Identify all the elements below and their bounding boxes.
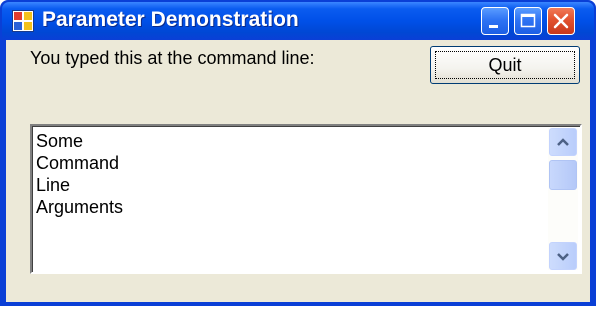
close-icon: [553, 13, 569, 29]
maximize-icon: [520, 13, 536, 28]
arguments-listbox[interactable]: Some Command Line Arguments: [30, 124, 582, 274]
list-item[interactable]: Some: [36, 130, 123, 152]
app-icon[interactable]: [12, 10, 34, 32]
list-item[interactable]: Command: [36, 152, 123, 174]
window-title: Parameter Demonstration: [42, 8, 299, 31]
quit-button[interactable]: Quit: [430, 46, 580, 84]
chevron-down-icon: [557, 253, 569, 261]
command-line-prompt-label: You typed this at the command line:: [30, 48, 315, 68]
maximize-button[interactable]: [514, 7, 542, 35]
vertical-scrollbar[interactable]: [548, 128, 578, 270]
list-item[interactable]: Line: [36, 174, 123, 196]
arguments-list: Some Command Line Arguments: [36, 130, 123, 218]
scroll-thumb[interactable]: [549, 160, 577, 190]
title-bar[interactable]: Parameter Demonstration: [2, 2, 594, 40]
scroll-down-button[interactable]: [549, 242, 577, 270]
minimize-button[interactable]: [481, 7, 509, 35]
quit-button-label: Quit: [435, 51, 575, 79]
chevron-up-icon: [557, 138, 569, 146]
list-item[interactable]: Arguments: [36, 196, 123, 218]
minimize-icon: [489, 25, 498, 28]
close-button[interactable]: [547, 7, 575, 35]
scroll-up-button[interactable]: [549, 128, 577, 156]
